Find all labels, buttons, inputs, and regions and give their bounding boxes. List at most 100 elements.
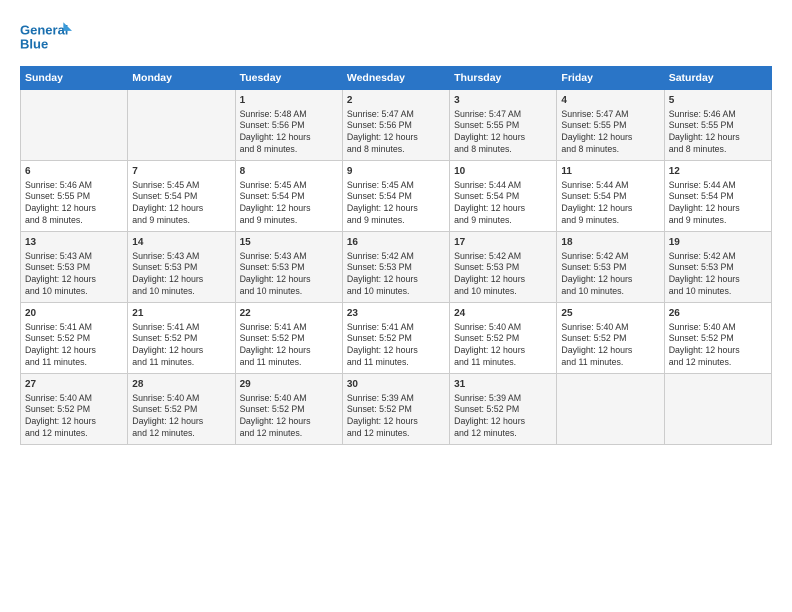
cell-3-7: 19Sunrise: 5:42 AM Sunset: 5:53 PM Dayli… [664, 232, 771, 303]
cell-info: Sunrise: 5:45 AM Sunset: 5:54 PM Dayligh… [240, 180, 338, 228]
day-number: 19 [669, 236, 767, 250]
cell-info: Sunrise: 5:42 AM Sunset: 5:53 PM Dayligh… [454, 251, 552, 299]
day-number: 14 [132, 236, 230, 250]
cell-info: Sunrise: 5:47 AM Sunset: 5:55 PM Dayligh… [561, 109, 659, 157]
day-number: 2 [347, 94, 445, 108]
day-number: 16 [347, 236, 445, 250]
cell-info: Sunrise: 5:47 AM Sunset: 5:55 PM Dayligh… [454, 109, 552, 157]
cell-3-4: 16Sunrise: 5:42 AM Sunset: 5:53 PM Dayli… [342, 232, 449, 303]
cell-info: Sunrise: 5:41 AM Sunset: 5:52 PM Dayligh… [240, 322, 338, 370]
day-number: 4 [561, 94, 659, 108]
cell-2-4: 9Sunrise: 5:45 AM Sunset: 5:54 PM Daylig… [342, 161, 449, 232]
day-number: 24 [454, 307, 552, 321]
week-row-3: 13Sunrise: 5:43 AM Sunset: 5:53 PM Dayli… [21, 232, 772, 303]
day-number: 6 [25, 165, 123, 179]
day-number: 23 [347, 307, 445, 321]
cell-5-7 [664, 374, 771, 445]
cell-4-2: 21Sunrise: 5:41 AM Sunset: 5:52 PM Dayli… [128, 303, 235, 374]
cell-info: Sunrise: 5:44 AM Sunset: 5:54 PM Dayligh… [561, 180, 659, 228]
cell-info: Sunrise: 5:40 AM Sunset: 5:52 PM Dayligh… [132, 393, 230, 441]
cell-info: Sunrise: 5:39 AM Sunset: 5:52 PM Dayligh… [347, 393, 445, 441]
cell-1-3: 1Sunrise: 5:48 AM Sunset: 5:56 PM Daylig… [235, 90, 342, 161]
cell-4-4: 23Sunrise: 5:41 AM Sunset: 5:52 PM Dayli… [342, 303, 449, 374]
cell-3-5: 17Sunrise: 5:42 AM Sunset: 5:53 PM Dayli… [450, 232, 557, 303]
col-header-sunday: Sunday [21, 67, 128, 90]
week-row-4: 20 Sunrise: 5:41 AM Sunset: 5:52 PM Dayli… [21, 303, 772, 374]
cell-4-3: 22Sunrise: 5:41 AM Sunset: 5:52 PM Dayli… [235, 303, 342, 374]
cell-info: Sunrise: 5:41 AM Sunset: 5:52 PM Dayligh… [132, 322, 230, 370]
cell-info: Sunrise: 5:40 AM Sunset: 5:52 PM Dayligh… [240, 393, 338, 441]
logo: General Blue [20, 18, 72, 56]
day-number: 28 [132, 378, 230, 392]
day-number: 21 [132, 307, 230, 321]
day-number: 25 [561, 307, 659, 321]
cell-info: Sunrise: 5:42 AM Sunset: 5:53 PM Dayligh… [561, 251, 659, 299]
day-number: 20 [25, 307, 123, 321]
cell-4-7: 26Sunrise: 5:40 AM Sunset: 5:52 PM Dayli… [664, 303, 771, 374]
day-number: 30 [347, 378, 445, 392]
col-header-wednesday: Wednesday [342, 67, 449, 90]
day-number: 10 [454, 165, 552, 179]
cell-5-4: 30Sunrise: 5:39 AM Sunset: 5:52 PM Dayli… [342, 374, 449, 445]
cell-info: Sunrise: 5:40 AM Sunset: 5:52 PM Dayligh… [25, 393, 123, 441]
day-number: 12 [669, 165, 767, 179]
cell-info: Sunrise: 5:43 AM Sunset: 5:53 PM Dayligh… [132, 251, 230, 299]
day-number: 15 [240, 236, 338, 250]
cell-2-7: 12Sunrise: 5:44 AM Sunset: 5:54 PM Dayli… [664, 161, 771, 232]
svg-text:Blue: Blue [20, 36, 48, 51]
col-header-tuesday: Tuesday [235, 67, 342, 90]
day-number: 11 [561, 165, 659, 179]
cell-info: Sunrise: 5:43 AM Sunset: 5:53 PM Dayligh… [25, 251, 123, 299]
cell-1-6: 4Sunrise: 5:47 AM Sunset: 5:55 PM Daylig… [557, 90, 664, 161]
cell-4-1: 20Sunrise: 5:41 AM Sunset: 5:52 PM Dayli… [21, 303, 128, 374]
header: General Blue [20, 18, 772, 56]
cell-info: Sunrise: 5:44 AM Sunset: 5:54 PM Dayligh… [669, 180, 767, 228]
col-header-friday: Friday [557, 67, 664, 90]
calendar-table: SundayMondayTuesdayWednesdayThursdayFrid… [20, 66, 772, 445]
col-header-saturday: Saturday [664, 67, 771, 90]
cell-2-6: 11Sunrise: 5:44 AM Sunset: 5:54 PM Dayli… [557, 161, 664, 232]
day-number: 22 [240, 307, 338, 321]
day-number: 5 [669, 94, 767, 108]
col-header-monday: Monday [128, 67, 235, 90]
cell-5-6 [557, 374, 664, 445]
col-header-thursday: Thursday [450, 67, 557, 90]
cell-info: Sunrise: 5:40 AM Sunset: 5:52 PM Dayligh… [561, 322, 659, 370]
cell-info: Sunrise: 5:42 AM Sunset: 5:53 PM Dayligh… [347, 251, 445, 299]
logo-svg: General Blue [20, 18, 72, 56]
cell-3-2: 14Sunrise: 5:43 AM Sunset: 5:53 PM Dayli… [128, 232, 235, 303]
day-number: 7 [132, 165, 230, 179]
day-number: 29 [240, 378, 338, 392]
cell-1-5: 3Sunrise: 5:47 AM Sunset: 5:55 PM Daylig… [450, 90, 557, 161]
cell-info: Sunrise: 5:40 AM Sunset: 5:52 PM Dayligh… [454, 322, 552, 370]
cell-4-5: 24Sunrise: 5:40 AM Sunset: 5:52 PM Dayli… [450, 303, 557, 374]
cell-1-4: 2Sunrise: 5:47 AM Sunset: 5:56 PM Daylig… [342, 90, 449, 161]
cell-3-1: 13Sunrise: 5:43 AM Sunset: 5:53 PM Dayli… [21, 232, 128, 303]
cell-info: Sunrise: 5:44 AM Sunset: 5:54 PM Dayligh… [454, 180, 552, 228]
cell-1-1 [21, 90, 128, 161]
cell-info: Sunrise: 5:47 AM Sunset: 5:56 PM Dayligh… [347, 109, 445, 157]
cell-info: Sunrise: 5:42 AM Sunset: 5:53 PM Dayligh… [669, 251, 767, 299]
cell-info: Sunrise: 5:48 AM Sunset: 5:56 PM Dayligh… [240, 109, 338, 157]
cell-2-1: 6Sunrise: 5:46 AM Sunset: 5:55 PM Daylig… [21, 161, 128, 232]
cell-1-7: 5Sunrise: 5:46 AM Sunset: 5:55 PM Daylig… [664, 90, 771, 161]
cell-5-5: 31Sunrise: 5:39 AM Sunset: 5:52 PM Dayli… [450, 374, 557, 445]
cell-5-3: 29Sunrise: 5:40 AM Sunset: 5:52 PM Dayli… [235, 374, 342, 445]
day-number: 13 [25, 236, 123, 250]
cell-5-2: 28Sunrise: 5:40 AM Sunset: 5:52 PM Dayli… [128, 374, 235, 445]
day-number: 31 [454, 378, 552, 392]
day-number: 8 [240, 165, 338, 179]
cell-info: Sunrise: 5:46 AM Sunset: 5:55 PM Dayligh… [669, 109, 767, 157]
cell-1-2 [128, 90, 235, 161]
cell-2-5: 10Sunrise: 5:44 AM Sunset: 5:54 PM Dayli… [450, 161, 557, 232]
day-number: 9 [347, 165, 445, 179]
day-number: 1 [240, 94, 338, 108]
week-row-5: 27Sunrise: 5:40 AM Sunset: 5:52 PM Dayli… [21, 374, 772, 445]
cell-2-3: 8Sunrise: 5:45 AM Sunset: 5:54 PM Daylig… [235, 161, 342, 232]
page: General Blue SundayMondayTuesdayWednesda… [0, 0, 792, 612]
cell-info: Sunrise: 5:45 AM Sunset: 5:54 PM Dayligh… [347, 180, 445, 228]
cell-info: Sunrise: 5:39 AM Sunset: 5:52 PM Dayligh… [454, 393, 552, 441]
day-number: 17 [454, 236, 552, 250]
cell-2-2: 7Sunrise: 5:45 AM Sunset: 5:54 PM Daylig… [128, 161, 235, 232]
cell-info: Sunrise: 5:43 AM Sunset: 5:53 PM Dayligh… [240, 251, 338, 299]
